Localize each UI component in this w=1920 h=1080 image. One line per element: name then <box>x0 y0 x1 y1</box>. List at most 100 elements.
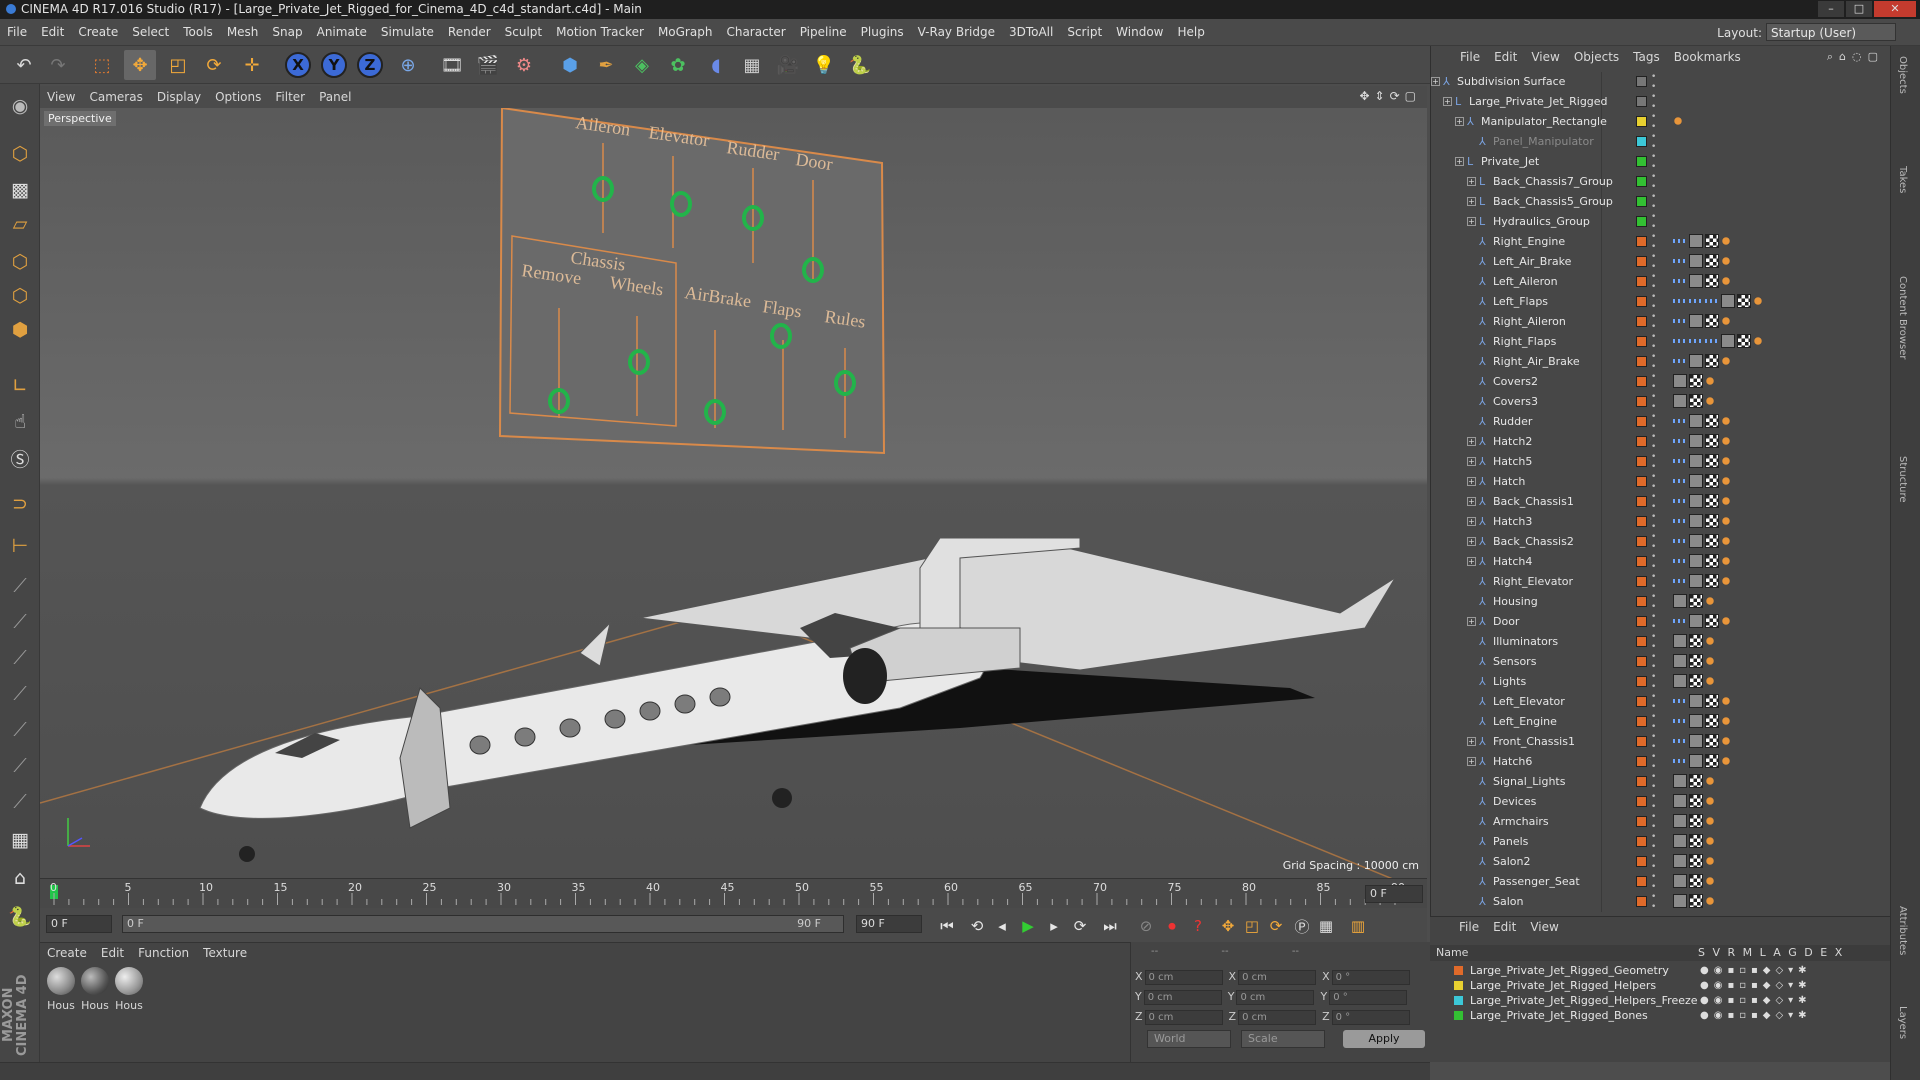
constraint-tag-icon[interactable] <box>1673 279 1687 283</box>
layer-color-swatch[interactable] <box>1636 896 1647 907</box>
object-name[interactable]: Hatch2 <box>1493 432 1532 452</box>
transform-tool-icon[interactable]: ✛ <box>236 50 268 80</box>
layer-toggle-icons[interactable]: ●◉▪▫▪◆◇▾✱ <box>1700 963 1812 978</box>
object-row[interactable]: ⅄ Left_Air_Brake • • <box>1431 252 1891 272</box>
key-scale-icon[interactable]: ◰ <box>1240 914 1264 938</box>
tweak-mode-icon[interactable]: ☝ <box>4 406 36 438</box>
lock-workplane-icon[interactable]: ▦ <box>4 824 36 856</box>
menu-item[interactable]: Motion Tracker <box>549 19 651 46</box>
layer-toggle-icons[interactable]: ●◉▪▫▪◆◇▾✱ <box>1700 1008 1812 1023</box>
xpresso-tag-icon[interactable] <box>1753 296 1763 306</box>
render-settings-icon[interactable]: ⚙ <box>508 50 540 80</box>
viewport-nav-icons[interactable]: ✥⇕⟳▢ <box>1359 89 1421 103</box>
object-row[interactable]: ⅄ Left_Flaps • • <box>1431 292 1891 312</box>
visibility-dots-icon[interactable]: • • <box>1651 192 1656 212</box>
visibility-dots-icon[interactable]: • • <box>1651 632 1656 652</box>
visibility-dots-icon[interactable]: • • <box>1651 752 1656 772</box>
object-row[interactable]: ⅄ Rudder • • <box>1431 412 1891 432</box>
python-icon[interactable]: 🐍 <box>844 50 876 80</box>
phong-tag-icon[interactable] <box>1673 794 1687 808</box>
object-row[interactable]: + ⅄ Subdivision Surface • • <box>1431 72 1891 92</box>
close-button[interactable]: ✕ <box>1874 1 1916 17</box>
viewport-menu-item[interactable]: Options <box>208 86 268 108</box>
layer-name[interactable]: Large_Private_Jet_Rigged_Bones <box>1470 1008 1648 1023</box>
object-manager-nav-icons[interactable]: ⌕⌂◌▢ <box>1827 50 1884 64</box>
phong-tag-icon[interactable] <box>1673 634 1687 648</box>
material-menu-item[interactable]: Create <box>40 946 94 960</box>
phong-tag-icon[interactable] <box>1689 354 1703 368</box>
phong-tag-icon[interactable] <box>1689 434 1703 448</box>
phong-tag-icon[interactable] <box>1689 454 1703 468</box>
expand-toggle-icon[interactable]: + <box>1431 77 1440 86</box>
texture-tag-icon[interactable] <box>1705 414 1719 428</box>
visibility-dots-icon[interactable]: • • <box>1651 812 1656 832</box>
phong-tag-icon[interactable] <box>1673 854 1687 868</box>
object-row[interactable]: ⅄ Covers3 • • <box>1431 392 1891 412</box>
xpresso-tag-icon[interactable] <box>1705 676 1715 686</box>
texture-tag-icon[interactable] <box>1705 454 1719 468</box>
start-frame-field[interactable]: 0 F <box>46 915 112 933</box>
object-name[interactable]: Rudder <box>1493 412 1532 432</box>
layer-color-swatch[interactable] <box>1636 836 1647 847</box>
layer-name[interactable]: Large_Private_Jet_Rigged_Helpers_Freeze <box>1470 993 1698 1008</box>
expand-toggle-icon[interactable]: + <box>1467 757 1476 766</box>
menu-item[interactable]: Plugins <box>854 19 911 46</box>
record-active-icon[interactable]: ⏺ <box>1160 914 1184 938</box>
constraint-tag-icon[interactable] <box>1705 299 1719 303</box>
ik-tag-icon[interactable] <box>1673 116 1683 126</box>
render-picture-viewer-icon[interactable]: 🎬 <box>472 50 504 80</box>
menu-item[interactable]: Edit <box>34 19 71 46</box>
cloner-icon[interactable]: ✿ <box>662 50 694 80</box>
object-row[interactable]: ⅄ Sensors • • <box>1431 652 1891 672</box>
texture-tag-icon[interactable] <box>1737 294 1751 308</box>
expand-toggle-icon[interactable]: + <box>1455 157 1464 166</box>
visibility-dots-icon[interactable]: • • <box>1651 612 1656 632</box>
floor-icon[interactable]: ▦ <box>736 50 768 80</box>
object-row[interactable]: + ⅄ Hatch2 • • <box>1431 432 1891 452</box>
constraint-tag-icon[interactable] <box>1689 339 1703 343</box>
object-row[interactable]: + L Large_Private_Jet_Rigged • • <box>1431 92 1891 112</box>
expand-toggle-icon[interactable]: + <box>1467 737 1476 746</box>
object-name[interactable]: Salon <box>1493 892 1523 912</box>
texture-tag-icon[interactable] <box>1705 314 1719 328</box>
xpresso-tag-icon[interactable] <box>1705 596 1715 606</box>
joint-tool-icon[interactable]: ⊢ <box>4 530 36 562</box>
object-name[interactable]: Left_Engine <box>1493 712 1557 732</box>
menu-item[interactable]: 3DToAll <box>1002 19 1060 46</box>
maximize-button[interactable]: □ <box>1846 1 1872 17</box>
visibility-dots-icon[interactable]: • • <box>1651 132 1656 152</box>
layer-color-swatch[interactable] <box>1636 636 1647 647</box>
menu-item[interactable]: Select <box>125 19 176 46</box>
xpresso-tag-icon[interactable] <box>1721 436 1731 446</box>
visibility-dots-icon[interactable]: • • <box>1651 72 1656 92</box>
texture-tag-icon[interactable] <box>1705 354 1719 368</box>
xpresso-tag-icon[interactable] <box>1705 376 1715 386</box>
constraint-tag-icon[interactable] <box>1673 319 1687 323</box>
layer-color-swatch[interactable] <box>1636 656 1647 667</box>
expand-toggle-icon[interactable]: + <box>1467 617 1476 626</box>
visibility-dots-icon[interactable]: • • <box>1651 252 1656 272</box>
rotate-tool-icon[interactable]: ⟳ <box>198 50 230 80</box>
expand-toggle-icon[interactable]: + <box>1455 117 1464 126</box>
camera-icon[interactable]: 🎥 <box>772 50 804 80</box>
xpresso-tag-icon[interactable] <box>1705 856 1715 866</box>
object-menu-item[interactable]: Objects <box>1567 50 1626 64</box>
right-panel-tab[interactable]: Structure <box>1897 456 1908 503</box>
object-name[interactable]: Left_Aileron <box>1493 272 1558 292</box>
cube-primitive-icon[interactable]: ⬢ <box>554 50 586 80</box>
menu-item[interactable]: Help <box>1170 19 1211 46</box>
xpresso-tag-icon[interactable] <box>1721 716 1731 726</box>
texture-tag-icon[interactable] <box>1689 674 1703 688</box>
object-name[interactable]: Right_Flaps <box>1493 332 1556 352</box>
go-to-start-icon[interactable]: ⏮ <box>935 914 959 938</box>
layer-color-swatch[interactable] <box>1636 596 1647 607</box>
layer-color-swatch[interactable] <box>1636 276 1647 287</box>
object-name[interactable]: Hatch6 <box>1493 752 1532 772</box>
deformer-icon[interactable]: ◖ <box>700 50 732 80</box>
phong-tag-icon[interactable] <box>1689 694 1703 708</box>
layer-color-swatch[interactable] <box>1636 196 1647 207</box>
material-menu-item[interactable]: Texture <box>196 946 254 960</box>
perspective-viewport[interactable]: Aileron Elevator Rudder Door Chassis Rem… <box>40 108 1427 878</box>
xpresso-tag-icon[interactable] <box>1705 796 1715 806</box>
phong-tag-icon[interactable] <box>1689 574 1703 588</box>
